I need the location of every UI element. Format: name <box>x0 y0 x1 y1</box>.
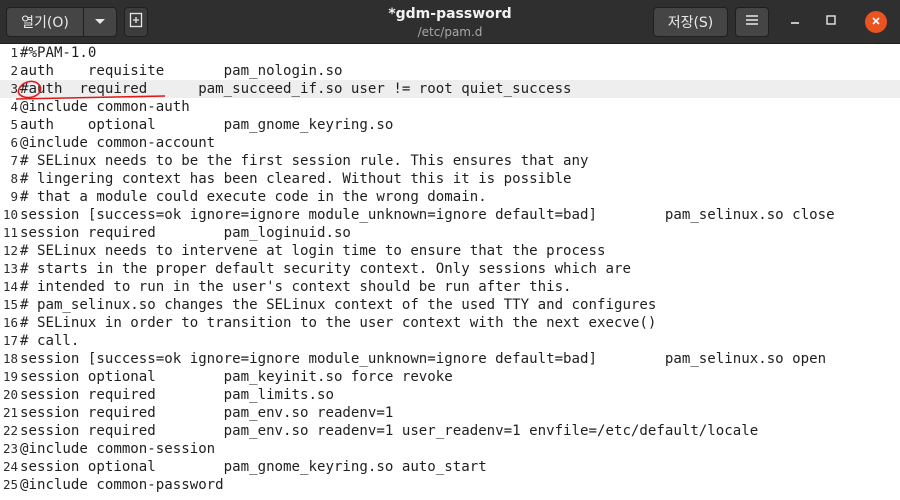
line-number: 6 <box>10 135 18 150</box>
line-text[interactable]: @include common-auth <box>20 98 190 116</box>
line-number: 3 <box>10 81 18 96</box>
open-menu-button[interactable] <box>83 7 117 37</box>
line-number: 25 <box>2 477 18 492</box>
editor-line[interactable]: 3 #auth required pam_succeed_if.so user !… <box>0 80 900 98</box>
line-number: 21 <box>2 405 18 420</box>
text-editor-area[interactable]: 1 #%PAM-1.0 2 auth requisite pam_nologin.so… <box>0 44 900 500</box>
line-text[interactable]: # SELinux needs to be the first session … <box>20 152 589 170</box>
editor-line[interactable]: 9 # that a module could execute code in t… <box>0 188 900 206</box>
editor-line[interactable]: 18 session [success=ok ignore=ignore modu… <box>0 350 900 368</box>
line-text[interactable]: @include common-password <box>20 476 224 494</box>
editor-line[interactable]: 4 @include common-auth <box>0 98 900 116</box>
editor-line[interactable]: 19 session optional pam_keyinit.so force … <box>0 368 900 386</box>
line-text[interactable]: session required pam_loginuid.so <box>20 224 351 242</box>
line-number: 4 <box>10 99 18 114</box>
line-number: 2 <box>10 63 18 78</box>
line-text[interactable]: @include common-session <box>20 440 215 458</box>
line-number: 18 <box>2 351 18 366</box>
editor-line[interactable]: 15 # pam_selinux.so changes the SELinux c… <box>0 296 900 314</box>
window-subtitle: /etc/pam.d <box>417 25 483 39</box>
line-text[interactable]: session optional pam_gnome_keyring.so au… <box>20 458 487 476</box>
window-title-block: *gdm-password /etc/pam.d <box>300 4 600 40</box>
chevron-down-icon <box>94 14 106 30</box>
editor-line[interactable]: 21 session required pam_env.so readenv=1 <box>0 404 900 422</box>
line-text[interactable]: # SELinux needs to intervene at login ti… <box>20 242 605 260</box>
editor-line[interactable]: 8 # lingering context has been cleared. W… <box>0 170 900 188</box>
line-text[interactable]: @include common-account <box>20 134 215 152</box>
line-text[interactable]: session required pam_env.so readenv=1 <box>20 404 393 422</box>
header-bar: 열기(O) *gdm-password /etc/pam.d 저장(S) <box>0 0 900 44</box>
line-text[interactable]: session required pam_env.so readenv=1 us… <box>20 422 758 440</box>
line-number: 1 <box>10 45 18 60</box>
line-number: 8 <box>10 171 18 186</box>
line-text[interactable]: # SELinux in order to transition to the … <box>20 314 656 332</box>
open-button-label: 열기(O) <box>21 15 69 31</box>
editor-line[interactable]: 20 session required pam_limits.so <box>0 386 900 404</box>
line-number: 12 <box>2 243 18 258</box>
editor-line[interactable]: 24 session optional pam_gnome_keyring.so … <box>0 458 900 476</box>
line-number: 10 <box>2 207 18 222</box>
line-number: 19 <box>2 369 18 384</box>
editor-line[interactable]: 22 session required pam_env.so readenv=1 … <box>0 422 900 440</box>
editor-line[interactable]: 14 # intended to run in the user's contex… <box>0 278 900 296</box>
line-number: 9 <box>10 189 18 204</box>
line-number: 13 <box>2 261 18 276</box>
editor-line[interactable]: 1 #%PAM-1.0 <box>0 44 900 62</box>
line-number: 11 <box>2 225 18 240</box>
minimize-icon <box>789 13 801 31</box>
hamburger-menu-icon <box>745 14 759 30</box>
editor-line[interactable]: 6 @include common-account <box>0 134 900 152</box>
line-number: 5 <box>10 117 18 132</box>
editor-line[interactable]: 12 # SELinux needs to intervene at login … <box>0 242 900 260</box>
line-text[interactable]: #%PAM-1.0 <box>20 44 96 62</box>
line-number: 14 <box>2 279 18 294</box>
text-editor-window: 열기(O) *gdm-password /etc/pam.d 저장(S) 1 #… <box>0 0 900 500</box>
line-number: 24 <box>2 459 18 474</box>
save-button-label: 저장(S) <box>667 15 714 31</box>
editor-line[interactable]: 7 # SELinux needs to be the first session… <box>0 152 900 170</box>
line-number: 17 <box>2 333 18 348</box>
save-button[interactable]: 저장(S) <box>653 7 728 37</box>
editor-line[interactable]: 13 # starts in the proper default securit… <box>0 260 900 278</box>
line-number: 16 <box>2 315 18 330</box>
maximize-icon <box>825 13 837 31</box>
line-number: 20 <box>2 387 18 402</box>
line-text[interactable]: session [success=ok ignore=ignore module… <box>20 350 826 368</box>
maximize-button[interactable] <box>820 11 842 33</box>
line-text[interactable]: # starts in the proper default security … <box>20 260 631 278</box>
line-text[interactable]: # pam_selinux.so changes the SELinux con… <box>20 296 656 314</box>
line-text[interactable]: # lingering context has been cleared. Wi… <box>20 170 572 188</box>
line-number: 15 <box>2 297 18 312</box>
line-text[interactable]: auth optional pam_gnome_keyring.so <box>20 116 393 134</box>
editor-line[interactable]: 11 session required pam_loginuid.so <box>0 224 900 242</box>
line-text[interactable]: session required pam_limits.so <box>20 386 334 404</box>
editor-line[interactable]: 10 session [success=ok ignore=ignore modu… <box>0 206 900 224</box>
line-text[interactable]: auth requisite pam_nologin.so <box>20 62 342 80</box>
window-title: *gdm-password <box>388 6 512 22</box>
line-text[interactable]: # intended to run in the user's context … <box>20 278 572 296</box>
editor-line[interactable]: 25 @include common-password <box>0 476 900 494</box>
line-text[interactable]: session optional pam_keyinit.so force re… <box>20 368 453 386</box>
editor-line[interactable]: 17 # call. <box>0 332 900 350</box>
minimize-button[interactable] <box>784 11 806 33</box>
line-text[interactable]: session [success=ok ignore=ignore module… <box>20 206 835 224</box>
line-number: 23 <box>2 441 18 456</box>
line-text[interactable]: #auth required pam_succeed_if.so user !=… <box>20 80 572 98</box>
editor-line[interactable]: 5 auth optional pam_gnome_keyring.so <box>0 116 900 134</box>
close-icon <box>871 13 881 31</box>
new-document-icon <box>129 12 143 32</box>
line-number: 22 <box>2 423 18 438</box>
new-tab-button[interactable] <box>124 7 148 37</box>
line-number: 7 <box>10 153 18 168</box>
line-text[interactable]: # that a module could execute code in th… <box>20 188 487 206</box>
editor-line[interactable]: 16 # SELinux in order to transition to th… <box>0 314 900 332</box>
line-text[interactable]: # call. <box>20 332 79 350</box>
menu-button[interactable] <box>735 7 769 37</box>
editor-line[interactable]: 2 auth requisite pam_nologin.so <box>0 62 900 80</box>
open-button[interactable]: 열기(O) <box>6 7 84 37</box>
editor-line[interactable]: 23 @include common-session <box>0 440 900 458</box>
close-button[interactable] <box>865 11 887 33</box>
